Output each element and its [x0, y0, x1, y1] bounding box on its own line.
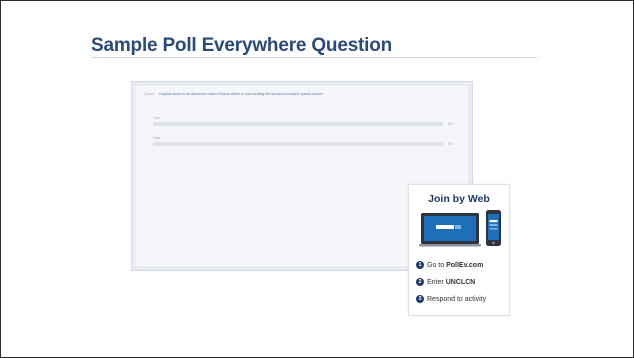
devices-illustration	[419, 210, 501, 247]
phone-icon	[486, 210, 501, 246]
step-number-1: 1	[416, 261, 424, 269]
step-2-prefix: Enter	[427, 278, 446, 286]
join-step-1: 1 Go to PollEv.com	[416, 261, 483, 269]
question-text: A spinal tumor is an abnormal mass of ti…	[158, 92, 323, 96]
join-title: Join by Web	[428, 193, 490, 205]
step-1-link[interactable]: PollEv.com	[446, 262, 483, 269]
join-step-2: 2 Enter UNCLCN	[416, 278, 475, 286]
step-1-prefix: Go to	[427, 261, 447, 269]
question-tag: Quest..	[144, 92, 156, 96]
poll-question: Quest.. A spinal tumor is an abnormal mas…	[144, 92, 323, 96]
option-label-false: False	[153, 136, 161, 140]
laptop-icon	[419, 213, 481, 247]
join-by-web-card: Join by Web 1 Go to PollEv.com 2 Enter U…	[408, 184, 510, 316]
step-2-code: UNCLCN	[445, 278, 476, 286]
slide-title: Sample Poll Everywhere Question	[91, 35, 393, 56]
step-number-2: 2	[416, 278, 424, 286]
option-label-true: True	[153, 116, 160, 120]
slide: Sample Poll Everywhere Question Quest.. A…	[0, 0, 634, 358]
step-3-text: Respond to activity	[427, 295, 487, 303]
option-percent-false: 0%	[448, 142, 453, 146]
option-percent-true: 0%	[448, 122, 453, 126]
title-divider	[91, 57, 537, 58]
option-bar-true	[153, 122, 443, 126]
step-number-3: 3	[416, 295, 424, 303]
join-step-3: 3 Respond to activity	[416, 295, 486, 303]
option-bar-false	[153, 142, 443, 146]
